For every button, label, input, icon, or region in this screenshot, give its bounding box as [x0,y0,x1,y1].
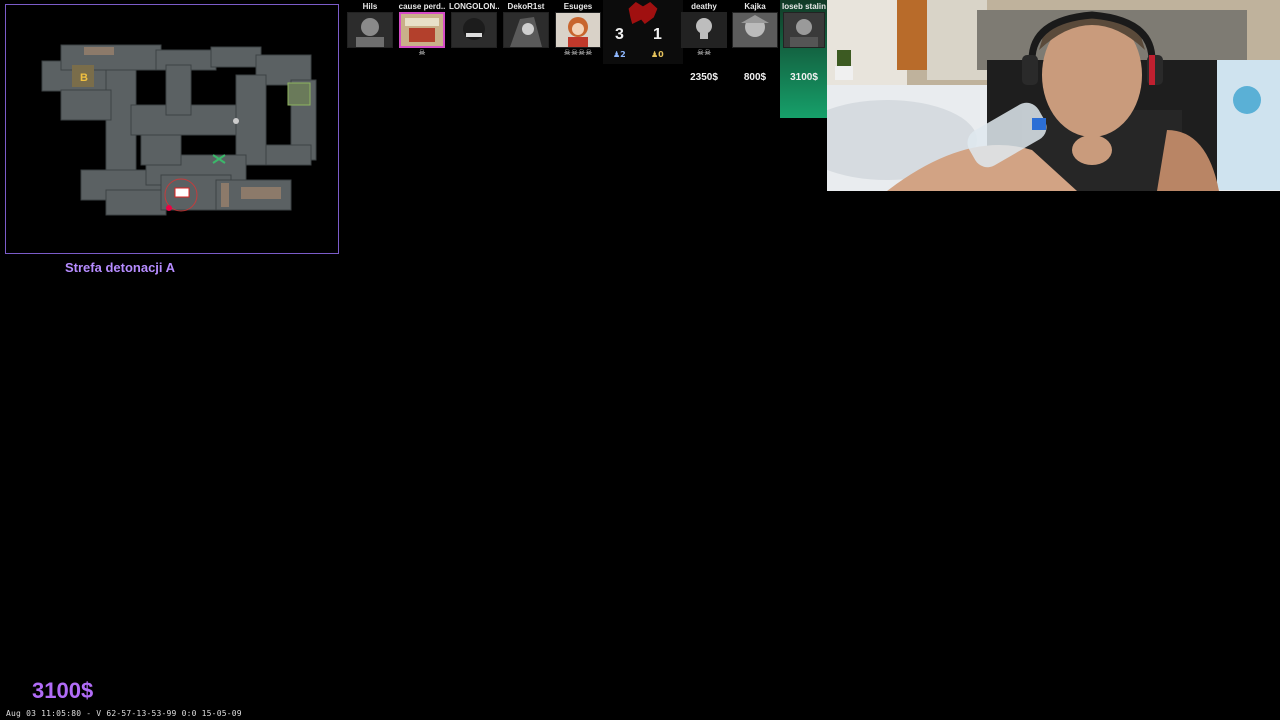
player-money: 3100$ [790,72,818,83]
zone-label: Strefa detonacji A [65,260,176,275]
player-card-right-1: deathy ☠☠ 2350$ [679,0,729,83]
player-card-right-3-selected: Ioseb stalin 3100$ [780,0,828,118]
webcam-image [827,0,1280,191]
player-name: Hils [362,2,378,11]
player-card-left-2: cause perd.. ☠ [397,0,447,58]
webcam-overlay [827,0,1280,191]
player-avatar [555,12,601,48]
player-name: deathy [691,2,717,11]
player-card-left-4: DekoR1st [501,0,551,58]
player-avatar [399,12,445,48]
kill-skulls: ☠ [418,48,426,57]
score-right: 1 [653,26,662,43]
player-name: LONGOLON.. [449,2,499,11]
player-card-left-5: Esuges ☠☠☠☠ [553,0,603,58]
kill-skulls [730,48,780,58]
map-layout: B [41,44,317,216]
player-avatar [451,12,497,48]
player-avatar [783,12,825,48]
player-name: DekoR1st [507,2,545,11]
alive-count-left: ♟2 [613,50,626,59]
kill-skulls: ☠☠☠☠ [563,48,593,57]
player-name: Ioseb stalin [781,2,826,11]
player-avatar [681,12,727,48]
player-money: 2350$ [690,72,718,83]
player-avatar [732,12,778,48]
demo-timestamp: Aug 03 11:05:80 - V 62-57-13-53-99 0:0 1… [6,709,242,718]
team-logo-icon [628,2,658,24]
kill-skulls [345,48,395,58]
player-name: Esuges [563,2,593,11]
alive-count-right: ♟0 [651,50,664,59]
player-card-left-3: LONGOLON.. [449,0,499,58]
top-hud: Hils cause perd.. ☠ LONGOLON.. DekoR1st … [345,0,828,120]
player-money-display: 3100$ [32,678,94,703]
score-left: 3 [615,26,624,43]
site-b-marker: B [80,72,88,84]
radar-minimap: B [5,4,339,254]
player-money: 800$ [743,72,767,83]
player-name: cause perd.. [398,2,446,11]
player-card-left-1: Hils [345,0,395,58]
player-card-right-2: Kajka 800$ [730,0,780,83]
scoreboard: 3 1 ♟2 ♟0 [603,0,683,64]
player-avatar [503,12,549,48]
kill-skulls: ☠☠ [696,48,712,57]
player-name: Kajka [744,2,766,11]
player-avatar [347,12,393,48]
kill-skulls [501,48,551,58]
kill-skulls [780,48,828,58]
kill-skulls [449,48,499,58]
